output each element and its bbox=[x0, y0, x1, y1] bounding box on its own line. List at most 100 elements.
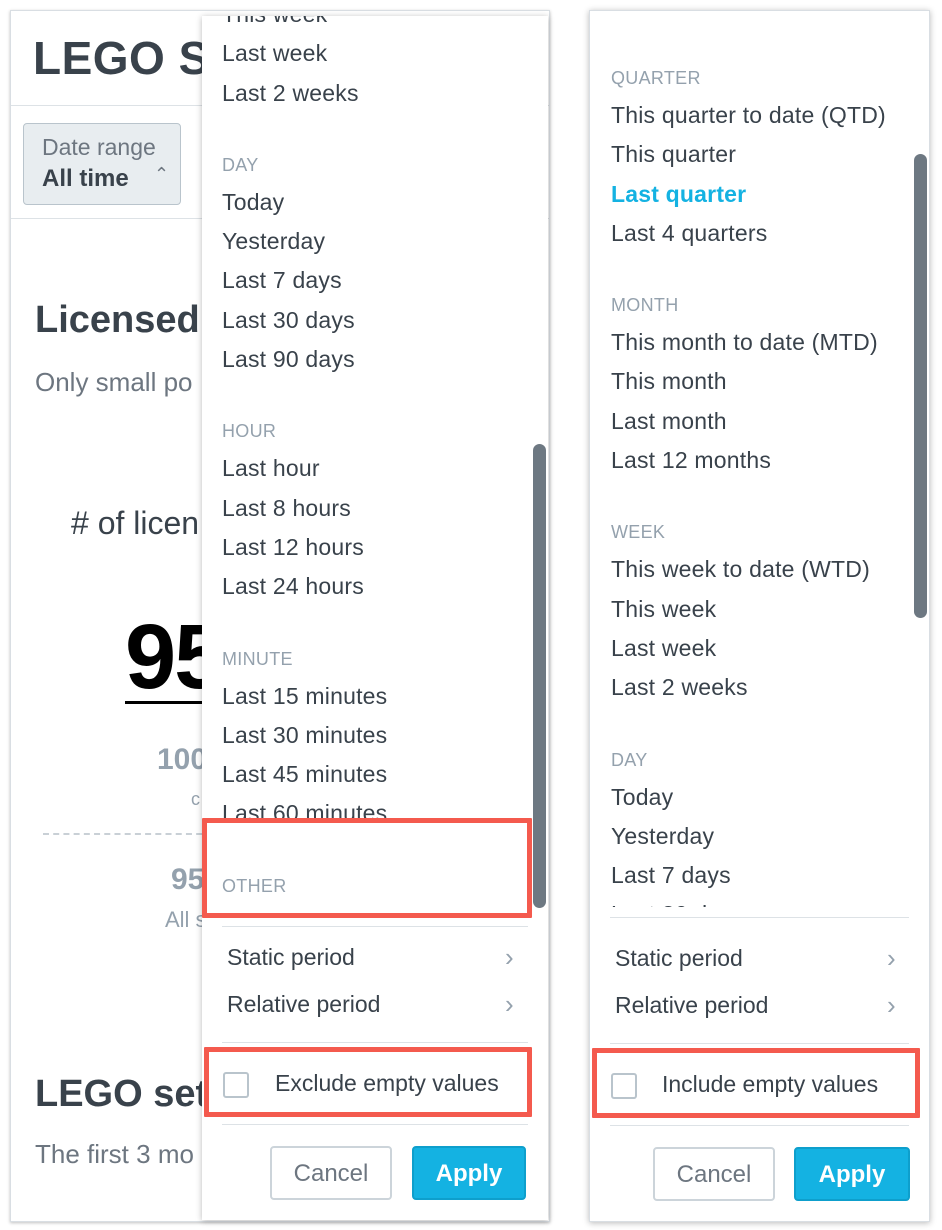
kpi-second-label: All s bbox=[165, 907, 207, 932]
preset-option-last-12-hours[interactable]: Last 12 hours bbox=[202, 528, 548, 567]
chevron-right-icon: › bbox=[505, 989, 514, 1019]
preset-option-yesterday[interactable]: Yesterday bbox=[590, 817, 929, 856]
group-heading: DAY bbox=[611, 749, 648, 770]
preset-option-this-week[interactable]: This week bbox=[590, 590, 929, 629]
preset-option-last-hour[interactable]: Last hour bbox=[202, 449, 548, 488]
include-empty-values-checkbox[interactable] bbox=[611, 1073, 637, 1099]
preset-option-last-week[interactable]: Last week bbox=[202, 34, 548, 73]
scrollbar-thumb[interactable] bbox=[533, 444, 546, 908]
preset-option-last-7-days[interactable]: Last 7 days bbox=[590, 856, 929, 895]
preset-list[interactable]: QUARTER This quarter to date (QTD) This qu… bbox=[590, 11, 929, 907]
preset-option-last-week[interactable]: Last week bbox=[590, 629, 929, 668]
exclude-empty-values-option[interactable]: Exclude empty values bbox=[202, 1066, 548, 1106]
preset-option-last-15-minutes[interactable]: Last 15 minutes bbox=[202, 677, 548, 716]
static-period-label: Static period bbox=[227, 944, 355, 970]
preset-option-today[interactable]: Today bbox=[202, 183, 548, 222]
preset-option-last-45-minutes[interactable]: Last 45 minutes bbox=[202, 755, 548, 794]
group-heading: MINUTE bbox=[222, 648, 293, 669]
preset-group: OTHER Empty values bbox=[202, 869, 548, 912]
preset-group: DAY TodayYesterdayLast 7 daysLast 30 days… bbox=[202, 148, 548, 379]
cancel-button[interactable]: Cancel bbox=[270, 1146, 392, 1200]
date-range-filter-label: Date range bbox=[42, 134, 156, 160]
preset-list-content: This weekLast weekLast 2 weeks DAY TodayYe… bbox=[202, 16, 548, 912]
preset-option-yesterday[interactable]: Yesterday bbox=[202, 222, 548, 261]
divider bbox=[222, 1042, 528, 1043]
chevron-right-icon: › bbox=[887, 943, 896, 973]
date-filter-dropdown-exclude: This weekLast weekLast 2 weeks DAY TodayYe… bbox=[202, 16, 548, 1220]
relative-period-item[interactable]: Relative period › bbox=[202, 981, 548, 1027]
section-title: Licensed bbox=[35, 299, 200, 341]
cancel-button[interactable]: Cancel bbox=[653, 1147, 775, 1201]
apply-button[interactable]: Apply bbox=[794, 1147, 910, 1201]
dashboard-title: LEGO S bbox=[33, 32, 210, 84]
preset-option-last-24-hours[interactable]: Last 24 hours bbox=[202, 567, 548, 606]
preset-option-last-quarter[interactable]: Last quarter bbox=[590, 175, 929, 214]
preset-option-this-week-to-date-wtd[interactable]: This week to date (WTD) bbox=[590, 550, 929, 589]
section-subtitle: The first 3 mo bbox=[35, 1139, 194, 1169]
preset-option-this-month-to-date-mtd[interactable]: This month to date (MTD) bbox=[590, 323, 929, 362]
chevron-right-icon: › bbox=[505, 942, 514, 972]
scrollbar-thumb[interactable] bbox=[914, 154, 927, 618]
static-period-label: Static period bbox=[615, 945, 743, 971]
preset-group: WEEK This week to date (WTD) This week Last… bbox=[590, 515, 929, 707]
preset-group: QUARTER This quarter to date (QTD) This qu… bbox=[590, 61, 929, 253]
preset-option-last-4-quarters[interactable]: Last 4 quarters bbox=[590, 214, 929, 253]
preset-group: HOUR Last hour Last 8 hours Last 12 hours La… bbox=[202, 414, 548, 606]
apply-button[interactable]: Apply bbox=[412, 1146, 526, 1200]
kpi-second-value: 95 bbox=[171, 863, 205, 896]
preset-group: MINUTE Last 15 minutes Last 30 minutes Last… bbox=[202, 642, 548, 834]
kpi-label: # of licen bbox=[71, 505, 200, 541]
divider bbox=[222, 1124, 528, 1125]
kpi-compare-value: 100 bbox=[157, 743, 208, 776]
divider bbox=[610, 1043, 909, 1044]
preset-group: MONTH This month to date (MTD) This month L… bbox=[590, 288, 929, 480]
chevron-right-icon: › bbox=[887, 990, 896, 1020]
preset-option-last-90-days[interactable]: Last 90 days bbox=[202, 340, 548, 379]
exclude-empty-values-label: Exclude empty values bbox=[275, 1070, 499, 1096]
group-heading: DAY bbox=[222, 154, 259, 175]
chevron-up-icon: ⌃ bbox=[154, 164, 170, 184]
preset-option-this-week[interactable]: This week bbox=[202, 16, 548, 34]
preset-option-empty-values[interactable]: Empty values bbox=[202, 904, 548, 912]
preset-option-this-quarter-to-date-qtd[interactable]: This quarter to date (QTD) bbox=[590, 96, 929, 135]
preset-option-today[interactable]: Today bbox=[590, 778, 929, 817]
date-range-filter-value: All time bbox=[42, 165, 129, 192]
preset-option-last-2-weeks[interactable]: Last 2 weeks bbox=[590, 668, 929, 707]
kpi-compare-label: c bbox=[191, 789, 200, 809]
date-filter-dropdown-include: QUARTER This quarter to date (QTD) This qu… bbox=[589, 10, 930, 1222]
preset-list[interactable]: This weekLast weekLast 2 weeks DAY TodayYe… bbox=[202, 16, 548, 912]
preset-option-last-30-minutes[interactable]: Last 30 minutes bbox=[202, 716, 548, 755]
group-heading: HOUR bbox=[222, 421, 277, 442]
static-period-item[interactable]: Static period › bbox=[202, 934, 548, 980]
relative-period-item[interactable]: Relative period › bbox=[590, 982, 929, 1028]
date-range-filter-button[interactable]: Date range All time ⌃ bbox=[23, 123, 181, 205]
include-empty-values-label: Include empty values bbox=[662, 1071, 879, 1097]
relative-period-label: Relative period bbox=[227, 991, 381, 1017]
preset-group: This weekLast weekLast 2 weeks bbox=[202, 16, 548, 113]
preset-option-last-60-minutes[interactable]: Last 60 minutes bbox=[202, 794, 548, 833]
preset-option-last-12-months[interactable]: Last 12 months bbox=[590, 441, 929, 480]
divider bbox=[610, 917, 909, 918]
section-subtitle: Only small po bbox=[35, 367, 193, 397]
preset-option-last-2-weeks[interactable]: Last 2 weeks bbox=[202, 74, 548, 113]
group-heading: MONTH bbox=[611, 295, 679, 316]
group-heading: WEEK bbox=[611, 522, 666, 543]
preset-option-this-month[interactable]: This month bbox=[590, 362, 929, 401]
preset-group: DAY TodayYesterdayLast 7 daysLast 30 days… bbox=[590, 743, 929, 907]
preset-option-last-30-days[interactable]: Last 30 days bbox=[202, 301, 548, 340]
preset-option-last-7-days[interactable]: Last 7 days bbox=[202, 261, 548, 300]
preset-option-this-quarter[interactable]: This quarter bbox=[590, 135, 929, 174]
include-empty-values-option[interactable]: Include empty values bbox=[590, 1067, 929, 1107]
preset-option-last-month[interactable]: Last month bbox=[590, 402, 929, 441]
group-heading: QUARTER bbox=[611, 68, 701, 88]
preset-option-last-30-days[interactable]: Last 30 days bbox=[590, 895, 929, 907]
exclude-empty-values-checkbox[interactable] bbox=[223, 1072, 249, 1098]
preset-option-last-8-hours[interactable]: Last 8 hours bbox=[202, 489, 548, 528]
static-period-item[interactable]: Static period › bbox=[590, 935, 929, 981]
